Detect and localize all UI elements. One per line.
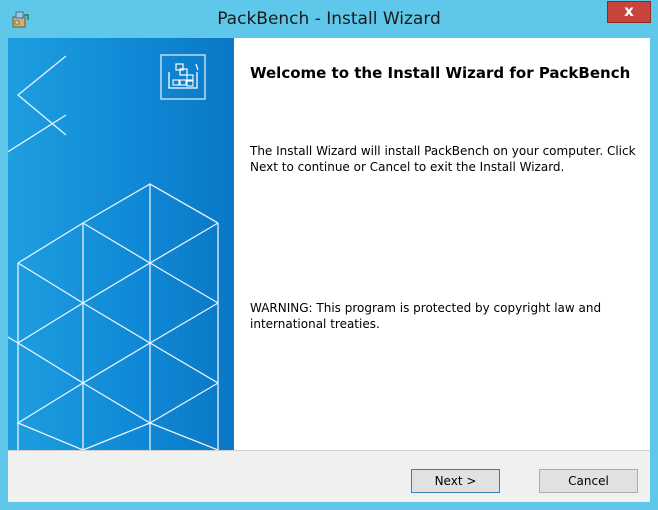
copyright-warning-text: WARNING: This program is protected by co… bbox=[250, 301, 602, 331]
intro-text: The Install Wizard will install PackBenc… bbox=[250, 144, 636, 174]
welcome-heading: Welcome to the Install Wizard for PackBe… bbox=[250, 64, 631, 82]
wizard-banner bbox=[8, 38, 234, 450]
close-button[interactable]: x bbox=[607, 1, 651, 23]
installer-window: PackBench - Install Wizard x Welcome to … bbox=[0, 0, 658, 510]
button-bar: Next > Cancel bbox=[8, 450, 650, 502]
package-boxes-icon bbox=[160, 54, 206, 100]
title-bar[interactable]: PackBench - Install Wizard x bbox=[0, 0, 658, 38]
wizard-content: Welcome to the Install Wizard for PackBe… bbox=[234, 38, 650, 450]
wizard-client-area: Welcome to the Install Wizard for PackBe… bbox=[8, 38, 650, 502]
window-title: PackBench - Install Wizard bbox=[217, 9, 441, 29]
cancel-button[interactable]: Cancel bbox=[539, 469, 638, 493]
next-button[interactable]: Next > bbox=[411, 469, 500, 493]
